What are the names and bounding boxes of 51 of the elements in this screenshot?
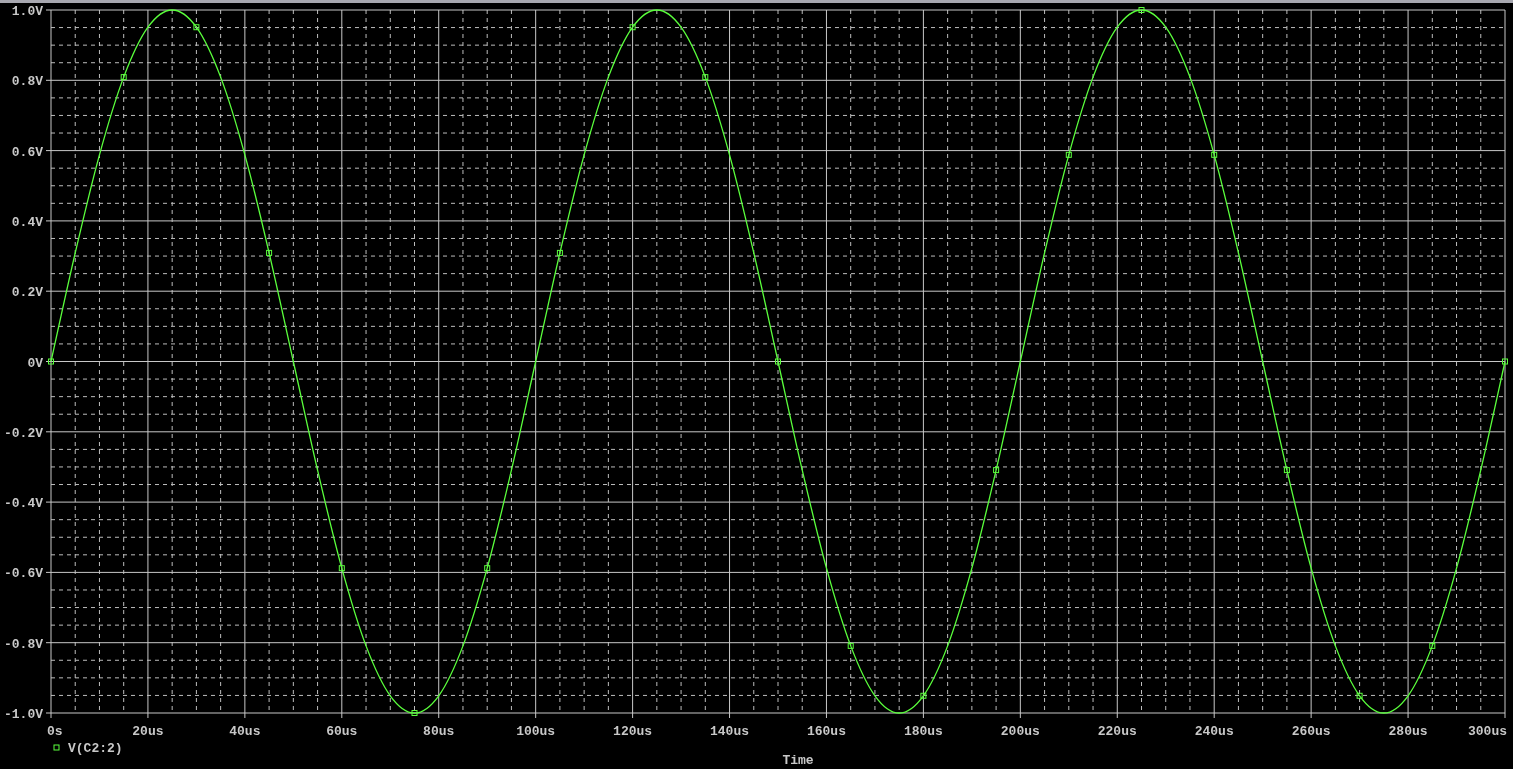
point	[338, 565, 345, 572]
y-tick-label: 0.4V	[11, 214, 43, 230]
x-tick-label: 40us	[229, 724, 261, 739]
x-tick-label: 220us	[1097, 724, 1137, 739]
x-tick-label: 100us	[516, 724, 556, 739]
y-tick-label: 0.6V	[11, 144, 43, 160]
point	[1429, 642, 1436, 649]
x-tick-label: 160us	[806, 724, 846, 739]
y-tick-label: -0.6V	[4, 566, 43, 582]
point	[993, 467, 1000, 474]
point	[411, 710, 418, 716]
y-tick-label: 0.8V	[11, 74, 43, 90]
y-tick-label: -0.8V	[4, 636, 43, 652]
point	[1065, 151, 1072, 158]
y-tick-label: -0.2V	[4, 425, 43, 441]
x-tick-label: 120us	[613, 724, 653, 739]
x-tick-label: 240us	[1194, 724, 1234, 739]
x-tick-label: 180us	[903, 724, 943, 739]
point	[1138, 7, 1145, 13]
x-tick-label: 200us	[1000, 724, 1040, 739]
y-tick-label: -0.4V	[4, 496, 43, 512]
point	[920, 692, 927, 699]
point	[193, 24, 200, 31]
point	[48, 358, 54, 365]
x-tick-label: 140us	[710, 724, 750, 739]
x-tick-label: 80us	[423, 724, 455, 739]
y-tick-label: -1.0V	[4, 707, 43, 722]
x-tick-label: 60us	[326, 724, 358, 739]
x-axis-title: Time	[782, 753, 814, 768]
point	[1283, 467, 1290, 474]
x-tick-label: 260us	[1291, 724, 1331, 739]
point	[1356, 692, 1363, 699]
legend-label: V(C2:2)	[68, 741, 123, 756]
point	[702, 74, 709, 81]
x-tick-label: 300us	[1468, 724, 1507, 739]
point	[1502, 358, 1508, 365]
point	[556, 249, 563, 256]
point	[1211, 151, 1218, 158]
point	[775, 358, 781, 365]
point	[484, 565, 491, 572]
y-tick-label: 0V	[27, 355, 43, 371]
y-tick-label: 1.0V	[11, 4, 43, 19]
point	[847, 642, 854, 649]
point	[120, 74, 127, 81]
x-tick-label: 280us	[1388, 724, 1428, 739]
y-tick-label: 0.2V	[11, 285, 43, 301]
x-tick-label: 0s	[47, 724, 63, 739]
point	[266, 249, 273, 256]
point	[629, 24, 636, 31]
x-tick-label: 20us	[132, 724, 164, 739]
legend-marker-icon	[53, 744, 60, 751]
